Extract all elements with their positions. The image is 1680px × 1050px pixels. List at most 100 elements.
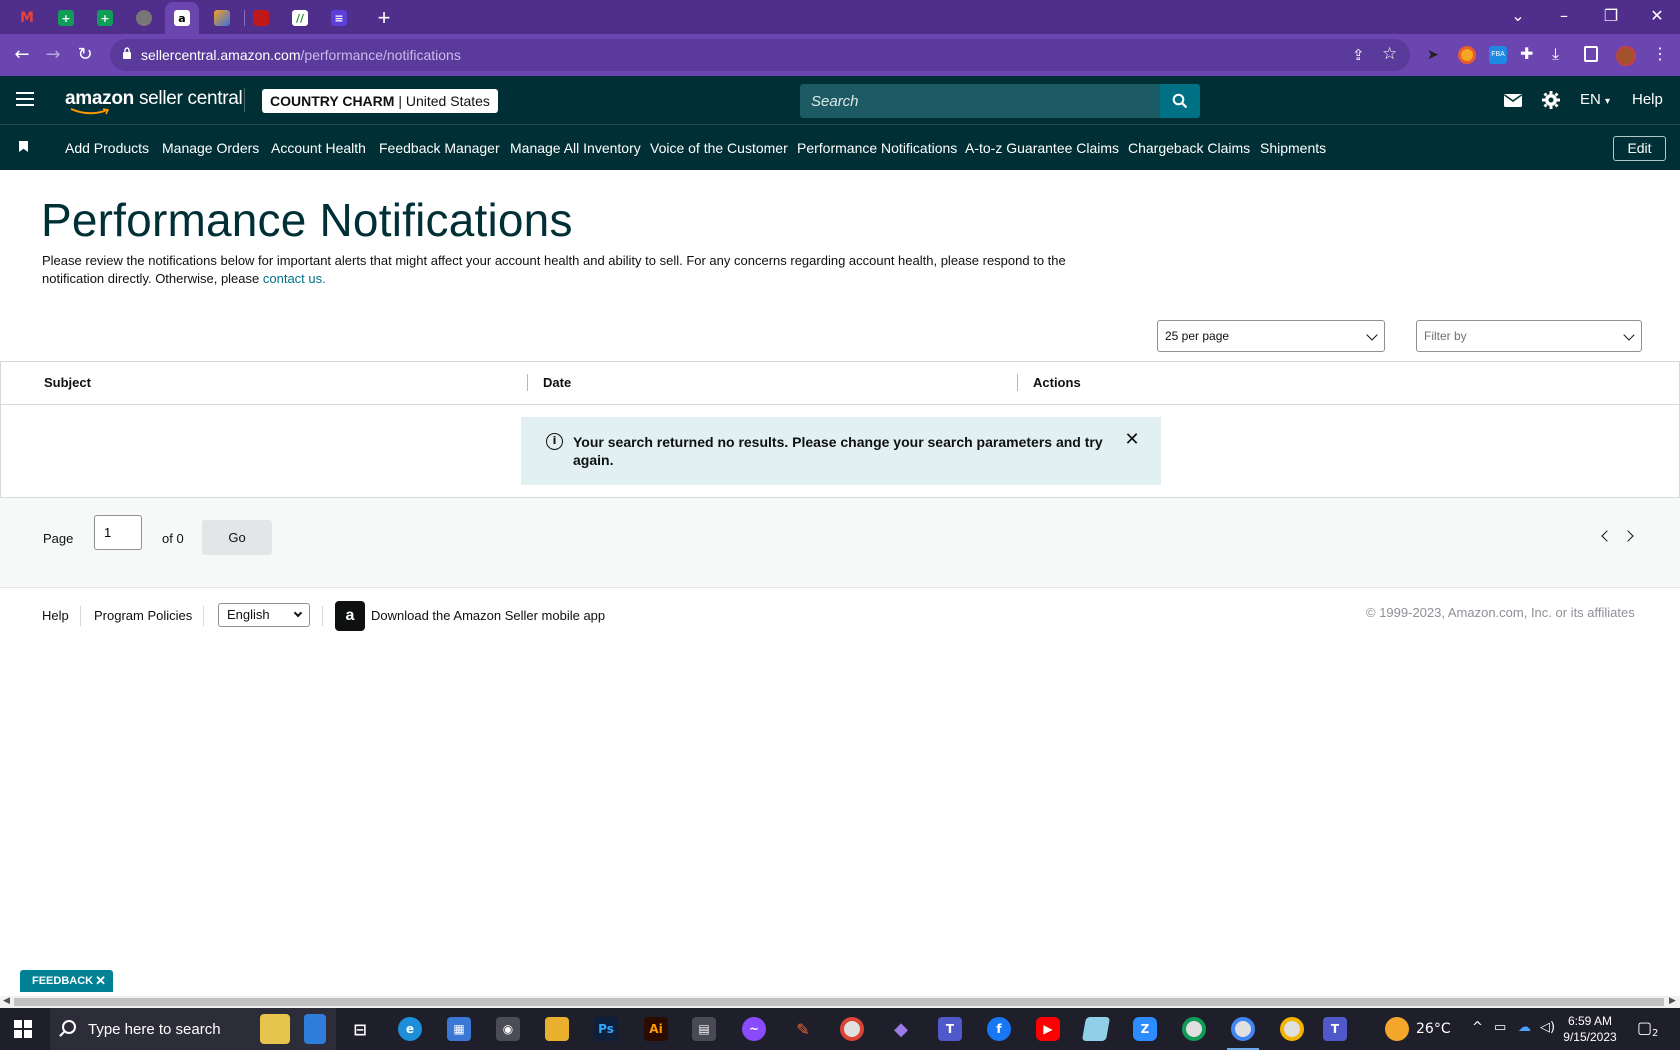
search-button[interactable] xyxy=(1160,84,1200,118)
pen-app-icon[interactable]: ✎ xyxy=(791,1017,815,1041)
zoom-icon[interactable]: Z xyxy=(1133,1017,1157,1041)
reload-icon[interactable]: ↻ xyxy=(73,43,97,67)
side-panel-icon[interactable] xyxy=(1584,46,1598,62)
onedrive-icon[interactable]: ☁ xyxy=(1518,1020,1531,1035)
nav-performance-notifications[interactable]: Performance Notifications xyxy=(797,140,957,156)
windows-start-icon[interactable] xyxy=(14,1020,32,1038)
feedback-tab[interactable]: FEEDBACK ✕ xyxy=(20,970,113,992)
teams-icon[interactable]: T xyxy=(1323,1017,1347,1041)
teams-icon[interactable]: T xyxy=(938,1017,962,1041)
extensions-puzzle-icon[interactable]: ✚ xyxy=(1520,46,1538,64)
calculator-icon[interactable]: ▤ xyxy=(692,1017,716,1041)
extension-circle-icon[interactable] xyxy=(1458,46,1476,64)
app-download-link[interactable]: Download the Amazon Seller mobile app xyxy=(371,608,605,623)
contact-us-link[interactable]: contact us. xyxy=(263,271,326,286)
edit-nav-button[interactable]: Edit xyxy=(1613,136,1666,161)
profile-avatar[interactable] xyxy=(1616,46,1636,66)
tab-app-6[interactable] xyxy=(205,4,239,32)
hamburger-menu-icon[interactable] xyxy=(16,92,34,106)
nav-feedback-manager[interactable]: Feedback Manager xyxy=(379,140,500,156)
photoshop-icon[interactable]: Ps xyxy=(594,1017,618,1041)
amazon-app-icon[interactable]: a xyxy=(335,601,365,631)
nav-a-to-z-claims[interactable]: A-to-z Guarantee Claims xyxy=(965,140,1119,156)
facebook-icon[interactable]: f xyxy=(987,1017,1011,1041)
bookmark-star-icon[interactable]: ☆ xyxy=(1382,44,1397,64)
nav-voice-of-the-customer[interactable]: Voice of the Customer xyxy=(650,140,788,156)
footer-help-link[interactable]: Help xyxy=(42,608,69,623)
help-link[interactable]: Help xyxy=(1632,91,1663,108)
tab-globe[interactable] xyxy=(127,4,161,32)
tab-app-8[interactable]: // xyxy=(283,4,317,32)
close-window-button[interactable]: ✕ xyxy=(1637,4,1677,28)
temperature[interactable]: 26°C xyxy=(1416,1021,1451,1037)
minimize-button[interactable]: – xyxy=(1544,4,1584,28)
nav-shipments[interactable]: Shipments xyxy=(1260,140,1326,156)
mail-icon[interactable] xyxy=(1503,90,1523,110)
task-view-icon[interactable]: ⊟ xyxy=(348,1017,372,1041)
chrome-active-icon[interactable] xyxy=(1231,1017,1255,1041)
nav-manage-all-inventory[interactable]: Manage All Inventory xyxy=(510,140,641,156)
go-button[interactable]: Go xyxy=(202,520,272,555)
download-icon[interactable]: ⤓ xyxy=(1552,46,1570,64)
seller-central-logo[interactable]: amazon seller central xyxy=(65,88,243,110)
taskbar-search[interactable]: Type here to search xyxy=(50,1008,336,1050)
nav-manage-orders[interactable]: Manage Orders xyxy=(162,140,259,156)
nav-add-products[interactable]: Add Products xyxy=(65,140,149,156)
camera-icon[interactable]: ◉ xyxy=(496,1017,520,1041)
tab-app-9[interactable]: ≡ xyxy=(322,4,356,32)
nav-chargeback-claims[interactable]: Chargeback Claims xyxy=(1128,140,1250,156)
extension-fba-icon[interactable]: FBA xyxy=(1489,46,1507,64)
column-date[interactable]: Date xyxy=(543,375,571,390)
filter-select[interactable]: Filter by xyxy=(1416,320,1642,352)
search-input[interactable] xyxy=(800,84,1162,118)
tab-amazon-seller-central[interactable]: a xyxy=(165,2,199,34)
per-page-select[interactable]: 25 per page xyxy=(1157,320,1385,352)
share-icon[interactable]: ⇪ xyxy=(1352,46,1365,64)
visual-studio-icon[interactable]: ◆ xyxy=(889,1017,913,1041)
illustrator-icon[interactable]: Ai xyxy=(644,1017,668,1041)
footer-program-policies-link[interactable]: Program Policies xyxy=(94,608,192,623)
tab-app-7[interactable] xyxy=(244,4,278,32)
previous-page-icon[interactable] xyxy=(1601,530,1613,542)
tab-gmail[interactable]: M xyxy=(10,4,44,32)
scrollbar-thumb[interactable] xyxy=(14,998,1664,1006)
browser-menu-icon[interactable]: ⋮ xyxy=(1652,46,1670,64)
new-tab-button[interactable]: + xyxy=(372,5,396,31)
extension-arrow-icon[interactable]: ➤ xyxy=(1427,46,1445,64)
address-bar[interactable]: sellercentral.amazon.com/performance/not… xyxy=(110,39,1410,71)
settings-gear-icon[interactable] xyxy=(1541,90,1561,110)
forward-icon[interactable]: → xyxy=(41,43,65,67)
notifications-icon[interactable]: ▢ xyxy=(1637,1018,1652,1037)
weather-icon[interactable] xyxy=(1385,1017,1409,1041)
next-page-icon[interactable] xyxy=(1622,530,1634,542)
back-icon[interactable]: ← xyxy=(10,43,34,67)
store-icon[interactable]: ▦ xyxy=(447,1017,471,1041)
volume-icon[interactable]: ◁) xyxy=(1540,1020,1555,1035)
tab-sheets-1[interactable]: + xyxy=(49,4,83,32)
horizontal-scrollbar[interactable]: ◀ ▶ xyxy=(0,996,1680,1008)
footer-language-select[interactable]: English xyxy=(218,603,310,627)
scroll-left-icon[interactable]: ◀ xyxy=(3,996,10,1006)
page-number-input[interactable] xyxy=(94,515,142,550)
youtube-icon[interactable]: ▶ xyxy=(1036,1017,1060,1041)
language-selector[interactable]: EN ▾ xyxy=(1580,91,1610,108)
tab-search-chevron-icon[interactable]: ⌄ xyxy=(1498,4,1538,28)
tab-sheets-2[interactable]: + xyxy=(88,4,122,32)
edge-icon[interactable]: e xyxy=(398,1017,422,1041)
chrome-profile-icon[interactable] xyxy=(1182,1017,1206,1041)
chrome-icon[interactable] xyxy=(840,1017,864,1041)
network-icon[interactable]: ▭ xyxy=(1494,1020,1506,1035)
store-switcher[interactable]: COUNTRY CHARM | United States xyxy=(262,89,498,113)
chrome-profile-icon[interactable] xyxy=(1280,1017,1304,1041)
file-explorer-icon[interactable] xyxy=(545,1017,569,1041)
close-icon[interactable]: ✕ xyxy=(95,970,106,992)
scroll-right-icon[interactable]: ▶ xyxy=(1669,996,1676,1006)
messenger-icon[interactable]: ~ xyxy=(742,1017,766,1041)
system-clock[interactable]: 6:59 AM 9/15/2023 xyxy=(1555,1013,1625,1045)
close-icon[interactable]: ✕ xyxy=(1123,431,1141,449)
nav-account-health[interactable]: Account Health xyxy=(271,140,366,156)
notes-app-icon[interactable] xyxy=(1081,1017,1111,1041)
show-hidden-icons-icon[interactable]: ^ xyxy=(1472,1020,1483,1035)
restore-button[interactable]: ❐ xyxy=(1591,4,1631,28)
bookmark-icon[interactable] xyxy=(19,141,28,152)
